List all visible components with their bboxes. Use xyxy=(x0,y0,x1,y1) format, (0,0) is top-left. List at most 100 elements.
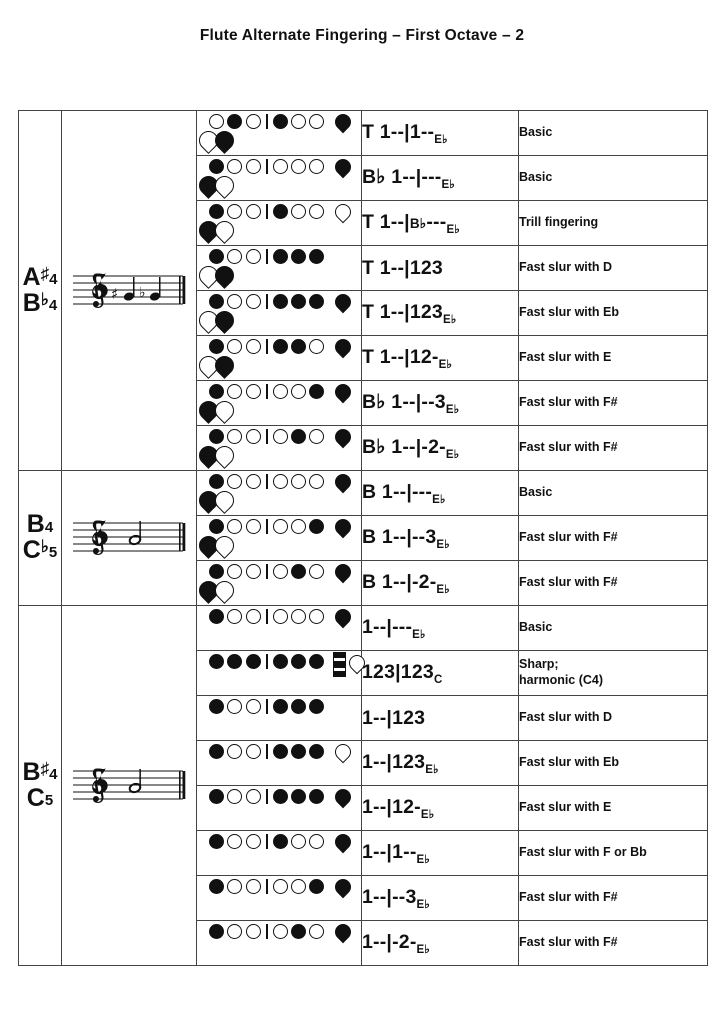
tone-holes xyxy=(209,834,325,849)
fingering-notation: T 1--|1--E♭ xyxy=(362,120,448,146)
thumb-key-open xyxy=(211,172,238,199)
hole-closed xyxy=(209,654,224,669)
hole-open xyxy=(272,519,288,534)
notation-cell: B 1--|--3E♭ xyxy=(361,515,519,561)
note-name-upper: A ♯ 4 xyxy=(22,262,58,291)
thumb-key-open xyxy=(211,577,238,604)
hole-closed xyxy=(290,699,306,714)
hole-open xyxy=(309,474,325,489)
fingering-diagram xyxy=(197,785,362,830)
thumb-keys xyxy=(195,307,238,334)
hole-closed xyxy=(290,339,306,354)
pinky-key-closed xyxy=(331,380,355,404)
hole-separator xyxy=(265,249,268,264)
hole-open xyxy=(227,384,243,399)
hole-closed xyxy=(209,474,224,489)
fingering-diagram xyxy=(195,380,362,425)
hole-separator xyxy=(265,744,268,759)
fingering-notation: 1--|---E♭ xyxy=(362,615,426,641)
note-names: B ♯ 4 C 5 xyxy=(19,759,61,812)
music-staff-cell xyxy=(61,470,197,606)
fingering-notation: 1--|123E♭ xyxy=(362,750,439,776)
hole-separator xyxy=(265,429,268,444)
octave-lower: 5 xyxy=(44,791,54,809)
hole-open xyxy=(227,879,243,894)
hole-open xyxy=(309,159,325,174)
hole-open xyxy=(227,699,243,714)
music-staff xyxy=(62,515,196,561)
hole-open xyxy=(227,609,243,624)
fingering-diagram xyxy=(195,335,362,380)
hole-closed xyxy=(209,519,224,534)
hole-closed xyxy=(245,654,261,669)
fingering-diagram xyxy=(197,830,362,875)
hole-open xyxy=(309,924,325,939)
description-cell: Fast slur with E xyxy=(518,335,708,381)
hole-closed xyxy=(272,699,288,714)
fingering-diagram xyxy=(195,425,362,470)
octave-lower: 5 xyxy=(48,544,58,562)
music-staff-cell: ♯ ♭ xyxy=(61,110,197,471)
fingering-notation: B♭ 1--|--3E♭ xyxy=(362,391,460,416)
fingering-chart-page: Flute Alternate Fingering – First Octave… xyxy=(0,0,724,1024)
hole-closed xyxy=(309,519,325,534)
description-cell: Basic xyxy=(518,155,708,201)
tone-holes xyxy=(209,654,325,669)
hole-open xyxy=(290,879,306,894)
thumb-key-open xyxy=(211,217,238,244)
hole-open xyxy=(227,789,243,804)
hole-open xyxy=(245,474,261,489)
notation-cell: 1--|-2-E♭ xyxy=(361,920,519,966)
tone-holes xyxy=(209,789,325,804)
hole-closed xyxy=(290,294,306,309)
fingering-cell xyxy=(195,245,362,291)
description-cell: Basic xyxy=(518,605,708,651)
hole-open xyxy=(309,114,325,129)
fingering-diagram xyxy=(195,246,362,290)
pinky-key-closed xyxy=(331,785,355,809)
fingering-diagram xyxy=(197,875,362,920)
hole-closed xyxy=(309,699,325,714)
hole-open xyxy=(245,339,261,354)
hole-closed xyxy=(272,834,288,849)
hole-separator xyxy=(265,879,268,894)
hole-closed xyxy=(272,114,288,129)
note-name-upper: B4 xyxy=(26,510,54,539)
hole-open xyxy=(272,474,288,489)
accidental-lower: ♭ xyxy=(40,537,49,556)
description-cell: Fast slur with Eb xyxy=(518,740,708,786)
pinky-key-open xyxy=(331,200,355,224)
fingering-notation: T 1--|123E♭ xyxy=(362,300,457,326)
hole-open xyxy=(245,834,261,849)
hole-closed xyxy=(309,789,325,804)
hole-open xyxy=(227,249,243,264)
fingering-cell xyxy=(196,920,362,966)
hole-closed xyxy=(209,159,224,174)
hole-separator xyxy=(265,789,268,804)
thumb-key-closed xyxy=(211,262,238,289)
fingering-notation: 123|123C xyxy=(362,660,443,686)
c-roller-key xyxy=(333,652,346,677)
fingering-cell xyxy=(195,110,362,156)
hole-open xyxy=(272,924,288,939)
hole-closed xyxy=(309,294,325,309)
fingering-cell xyxy=(195,380,362,426)
thumb-key-open xyxy=(211,442,238,469)
fingering-table: A ♯ 4 B ♭ 4 ♯ ♭ T 1--|1--E♭ Basic B♭ 1--|---E♭ B… xyxy=(18,110,708,966)
hole-separator xyxy=(265,924,268,939)
hole-closed xyxy=(209,204,224,219)
page-title: Flute Alternate Fingering – First Octave… xyxy=(199,27,525,44)
hole-closed xyxy=(209,699,224,714)
description-cell: Fast slur with D xyxy=(518,695,708,741)
fingering-diagram xyxy=(195,515,362,560)
tone-holes xyxy=(209,339,325,354)
tone-holes xyxy=(209,879,325,894)
hole-open xyxy=(309,339,325,354)
note-name-cell: B 4 C ♭ 5 xyxy=(18,470,62,606)
thumb-keys xyxy=(195,127,238,154)
thumb-key-closed xyxy=(211,127,238,154)
hole-open xyxy=(227,339,243,354)
hole-open xyxy=(227,159,243,174)
hole-open xyxy=(272,564,288,579)
svg-text:♭: ♭ xyxy=(139,285,146,301)
